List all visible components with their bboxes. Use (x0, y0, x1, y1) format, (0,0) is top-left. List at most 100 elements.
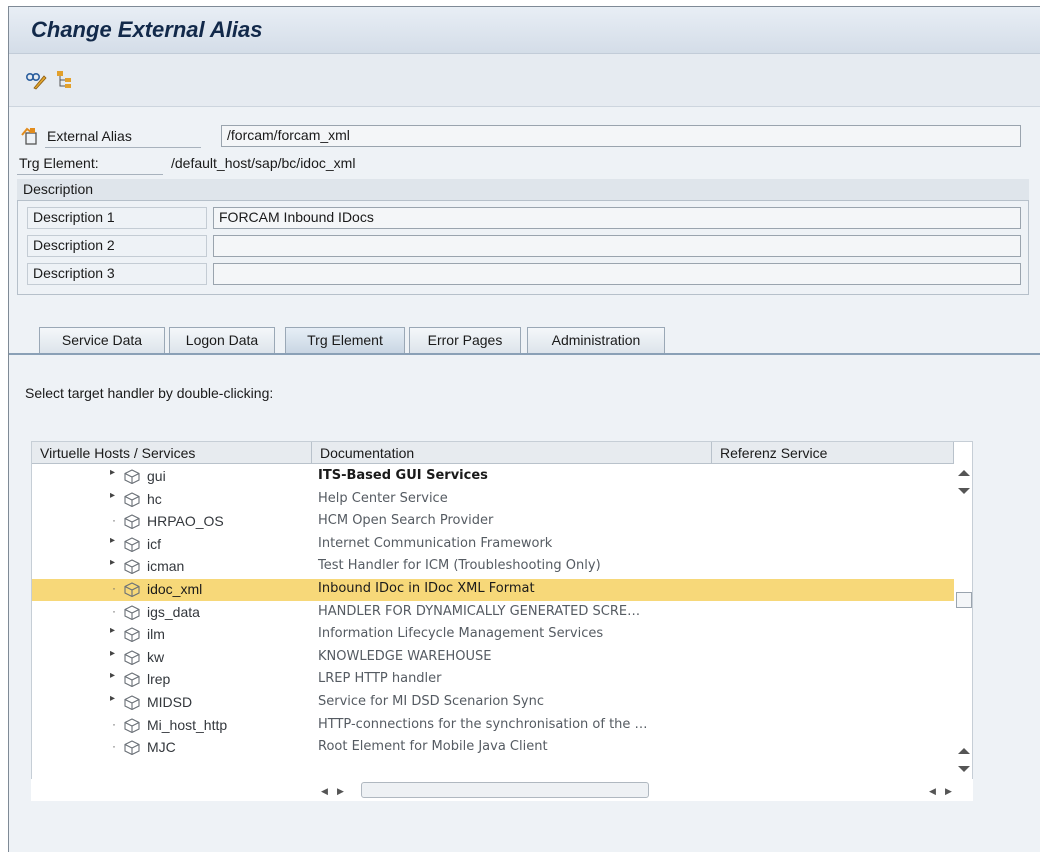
service-node-icon (124, 672, 140, 688)
service-node-icon (124, 650, 140, 665)
service-name: Mi_host_http (147, 716, 228, 733)
scroll-down-arrow-bottom[interactable] (958, 766, 970, 772)
table-row[interactable]: ▸ kw KNOWLEDGE WAREHOUSE (32, 647, 954, 669)
service-documentation: Test Handler for ICM (Troubleshooting On… (318, 558, 601, 574)
leaf-node-icon: · (112, 739, 116, 754)
service-documentation: Root Element for Mobile Java Client (318, 739, 548, 755)
description-3-field[interactable] (213, 263, 1021, 285)
column-header-documentation[interactable]: Documentation (312, 442, 712, 464)
service-documentation: HANDLER FOR DYNAMICALLY GENERATED SCRE… (318, 603, 641, 619)
table-row[interactable]: ▸ icman Test Handler for ICM (Troubleshoot… (32, 556, 954, 578)
leaf-node-icon: · (112, 581, 116, 595)
label-underline (17, 174, 163, 175)
hierarchy-icon[interactable] (55, 70, 77, 90)
service-documentation: Information Lifecycle Management Service… (318, 626, 604, 642)
service-name: icf (147, 535, 161, 552)
alias-object-icon (21, 127, 41, 145)
expand-node-icon[interactable]: ▸ (110, 467, 115, 478)
expand-node-icon[interactable]: ▸ (110, 490, 115, 501)
external-alias-field[interactable]: /forcam/forcam_xml (221, 125, 1021, 147)
scroll-down-arrow[interactable] (958, 488, 970, 494)
scroll-thumb[interactable] (956, 592, 972, 608)
service-node-icon (124, 717, 140, 733)
service-name: igs_data (147, 603, 200, 620)
page-title: Change External Alias (31, 17, 263, 42)
service-tree-grid: Virtuelle Hosts / Services Documentation… (31, 441, 973, 801)
external-alias-label: External Alias (47, 128, 132, 144)
expand-node-icon[interactable]: ▸ (110, 693, 115, 704)
description-1-field[interactable]: FORCAM Inbound IDocs (213, 207, 1021, 229)
tab-logon-data[interactable]: Logon Data (169, 327, 275, 353)
leaf-node-icon: · (112, 513, 116, 528)
service-node-icon (124, 514, 140, 530)
service-node-icon (124, 582, 140, 598)
tab-strip-line (9, 353, 1040, 355)
description-rows: Description 1 FORCAM Inbound IDocs Descr… (27, 205, 1021, 291)
leaf-node-icon: · (112, 716, 116, 731)
table-row[interactable]: ▸ icf Internet Communication Framework (32, 534, 954, 556)
label-underline (45, 147, 201, 148)
scroll-right-arrow-right[interactable]: ▶ (945, 786, 952, 797)
column-header-referenz-service[interactable]: Referenz Service (712, 442, 954, 464)
horizontal-scrollbar[interactable]: ◀ ▶ ◀ ▶ (31, 779, 973, 801)
table-row[interactable]: ▸ MIDSD Service for MI DSD Scenarion Sync (32, 692, 954, 714)
service-name: MJC (147, 739, 176, 756)
scroll-right-arrow[interactable]: ▶ (337, 786, 344, 797)
service-name: HRPAO_OS (147, 513, 224, 530)
application-toolbar (9, 54, 1040, 107)
scroll-left-arrow[interactable]: ◀ (321, 786, 328, 797)
description-group-title: Description (23, 181, 94, 197)
table-row[interactable]: · HRPAO_OS HCM Open Search Provider (32, 511, 954, 533)
service-documentation: Inbound IDoc in IDoc XML Format (318, 581, 535, 596)
service-node-icon (124, 695, 140, 711)
table-row[interactable]: ▸ gui ITS-Based GUI Services (32, 466, 954, 488)
trg-element-label: Trg Element: (19, 155, 99, 171)
service-documentation: Help Center Service (318, 490, 448, 506)
table-row[interactable]: · Mi_host_http HTTP-connections for the sy… (32, 715, 954, 737)
table-row[interactable]: ▸ hc Help Center Service (32, 489, 954, 511)
description-2-field[interactable] (213, 235, 1021, 257)
service-documentation: HTTP-connections for the synchronisation… (318, 716, 648, 732)
service-documentation: ITS-Based GUI Services (318, 468, 488, 483)
table-row[interactable]: · igs_data HANDLER FOR DYNAMICALLY GENERAT… (32, 602, 954, 624)
service-documentation: KNOWLEDGE WAREHOUSE (318, 648, 492, 664)
tab-trg-element[interactable]: Trg Element (285, 327, 405, 353)
service-documentation: Internet Communication Framework (318, 535, 553, 551)
expand-node-icon[interactable]: ▸ (110, 648, 115, 659)
horizontal-scroll-thumb[interactable] (361, 782, 649, 798)
service-name: hc (147, 490, 162, 507)
table-row[interactable]: ▸ lrep LREP HTTP handler (32, 669, 954, 691)
scroll-up-arrow-bottom[interactable] (958, 748, 970, 754)
tab-error-pages[interactable]: Error Pages (409, 327, 521, 353)
display-change-icon[interactable] (25, 70, 47, 90)
scroll-up-arrow[interactable] (958, 470, 970, 476)
title-bar: Change External Alias (9, 7, 1040, 54)
description-1-label: Description 1 (27, 207, 207, 229)
service-node-icon (124, 469, 140, 485)
service-name: gui (147, 468, 166, 484)
instruction-text: Select target handler by double-clicking… (25, 385, 274, 401)
service-documentation: Service for MI DSD Scenarion Sync (318, 694, 544, 709)
table-row[interactable]: · MJC Root Element for Mobile Java Client (32, 737, 954, 759)
column-header-hosts[interactable]: Virtuelle Hosts / Services (32, 442, 312, 464)
service-name: MIDSD (147, 694, 193, 710)
description-3-label: Description 3 (27, 263, 207, 285)
trg-element-value: /default_host/sap/bc/idoc_xml (171, 155, 356, 171)
service-name: icman (147, 558, 185, 575)
tab-service-data[interactable]: Service Data (39, 327, 165, 353)
service-node-icon (124, 604, 140, 620)
scroll-left-arrow-right[interactable]: ◀ (929, 786, 936, 797)
expand-node-icon[interactable]: ▸ (110, 557, 115, 568)
table-row[interactable]: · idoc_xml Inbound IDoc in IDoc XML Format (32, 579, 954, 601)
tab-administration[interactable]: Administration (527, 327, 665, 353)
description-group-header: Description (17, 179, 1029, 201)
table-row[interactable]: ▸ ilm Information Lifecycle Management Ser… (32, 624, 954, 646)
service-name: ilm (147, 626, 165, 643)
expand-node-icon[interactable]: ▸ (110, 535, 115, 546)
vertical-scrollbar[interactable] (954, 464, 972, 800)
service-node-icon (124, 740, 140, 756)
expand-node-icon[interactable]: ▸ (110, 625, 115, 636)
service-documentation: HCM Open Search Provider (318, 513, 494, 529)
expand-node-icon[interactable]: ▸ (110, 670, 115, 681)
service-node-icon (124, 537, 140, 552)
